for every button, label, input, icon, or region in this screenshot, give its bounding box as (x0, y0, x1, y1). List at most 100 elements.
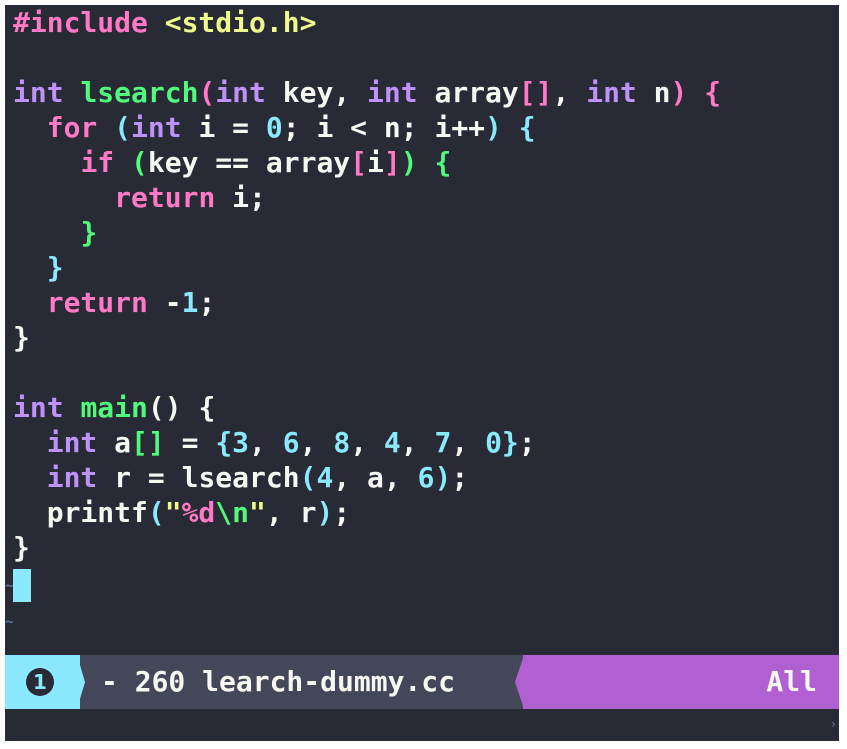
code-token: 7 (434, 426, 452, 459)
code-token: ( (299, 461, 317, 494)
code-token: ; (333, 496, 351, 529)
code-token: int (46, 461, 98, 494)
code-token: n (636, 76, 671, 109)
code-token: return (46, 286, 148, 319)
code-token: ; (198, 286, 216, 319)
code-line: return i; (13, 180, 839, 215)
code-token: lsearch (80, 76, 199, 109)
code-token: printf (13, 496, 148, 529)
code-token: <stdio.h> (164, 6, 317, 39)
code-token: int (46, 426, 98, 459)
window-number-segment[interactable]: 1 (5, 655, 80, 709)
code-token: " (249, 496, 266, 529)
code-line: if (key == array[i]) { (13, 145, 839, 180)
code-token: { (518, 111, 536, 144)
window-number-badge: 1 (26, 668, 54, 696)
code-token: { (181, 391, 216, 424)
code-token: #include (13, 6, 165, 39)
code-token: ( (147, 496, 165, 529)
code-token: int (13, 391, 64, 424)
code-token: ) (670, 76, 688, 109)
code-token: } (13, 321, 30, 354)
code-token: ; (518, 426, 536, 459)
code-token: [] (518, 76, 553, 109)
code-token: 4 (316, 461, 334, 494)
code-line: } (13, 320, 839, 355)
code-token: " (164, 496, 182, 529)
code-token: , r (265, 496, 317, 529)
code-token: 6 (282, 426, 300, 459)
code-token: } (13, 531, 30, 564)
code-token: return (114, 181, 216, 214)
continuation-arrow-icon: › (829, 717, 837, 731)
code-editor[interactable]: #include <stdio.h> int lsearch(int key, i… (13, 5, 839, 645)
code-token: { (704, 76, 722, 109)
code-token: 1 (181, 286, 199, 319)
code-line: } (13, 215, 839, 250)
position-segment: All (523, 655, 839, 709)
code-line: } (13, 250, 839, 285)
code-line: return -1; (13, 285, 839, 320)
code-token: ( (131, 146, 148, 179)
code-token: i (367, 146, 384, 179)
code-token: int (367, 76, 418, 109)
code-token: , (350, 426, 384, 459)
code-line: int lsearch(int key, int array[], int n)… (13, 75, 839, 110)
code-token: int (215, 76, 266, 109)
code-token: - (147, 286, 182, 319)
buffer-name[interactable]: - 260 learch-dummy.cc (101, 655, 455, 709)
buffer-position: All (766, 665, 817, 698)
code-token: if (80, 146, 115, 179)
code-line: printf("%d\n", r); (13, 495, 839, 530)
code-token: key == array (147, 146, 351, 179)
code-token: i; (215, 181, 266, 214)
code-token: int (586, 76, 637, 109)
code-token: 3 (232, 426, 250, 459)
window-number-separator (77, 655, 85, 709)
code-token: , (451, 426, 486, 459)
code-token: = (164, 426, 216, 459)
code-token: ) (485, 111, 502, 144)
code-token: int (131, 111, 182, 144)
code-token: main (80, 391, 148, 424)
code-token: } (80, 216, 98, 249)
code-line: int r = lsearch(4, a, 6); (13, 460, 839, 495)
code-token: ( (198, 76, 216, 109)
code-token: 6 (417, 461, 435, 494)
code-token: int (13, 76, 64, 109)
code-line: for (int i = 0; i < n; i++) { (13, 110, 839, 145)
code-token: 0 (485, 426, 502, 459)
code-token: { (434, 146, 452, 179)
code-token: ) (434, 461, 452, 494)
code-token: , (249, 426, 283, 459)
emacs-frame: #include <stdio.h> int lsearch(int key, i… (5, 5, 839, 741)
code-token: i = (181, 111, 266, 144)
code-token: , (299, 426, 334, 459)
code-line: } (13, 530, 839, 565)
code-token: { (215, 426, 233, 459)
code-token: a (97, 426, 132, 459)
code-token: ) (316, 496, 334, 529)
empty-line-marker: ~ (5, 614, 14, 630)
code-token: r = lsearch (97, 461, 300, 494)
minibuffer[interactable]: › (5, 709, 839, 741)
code-token: , (400, 426, 435, 459)
code-token: ; i < n; i++ (282, 111, 486, 144)
empty-line-marker: ~ (5, 578, 14, 594)
code-token: array (417, 76, 519, 109)
code-line: #include <stdio.h> (13, 5, 839, 40)
code-token: () (147, 391, 182, 424)
text-cursor (13, 569, 31, 602)
code-token: ( (114, 111, 132, 144)
